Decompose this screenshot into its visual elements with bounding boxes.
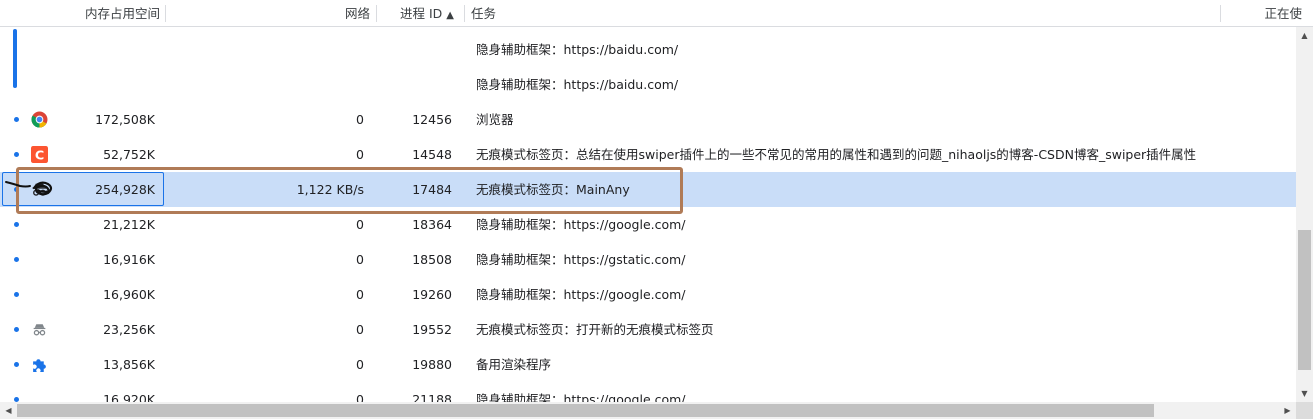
pid-value: 19552: [412, 322, 452, 337]
task-name: 隐身辅助框架：https://baidu.com/: [476, 42, 679, 57]
scroll-left-arrow-icon[interactable]: ◀: [0, 402, 17, 419]
task-name: 浏览器: [476, 112, 514, 127]
pid-value: 21188: [412, 392, 452, 402]
process-table: 隐身辅助框架：https://baidu.com/ 隐身辅助框架：https:/…: [0, 27, 1296, 402]
vertical-scroll-thumb[interactable]: [1298, 230, 1311, 370]
column-header-memory[interactable]: 内存占用空间: [60, 0, 160, 26]
network-value: 0: [356, 287, 364, 302]
status-dot: [14, 292, 19, 297]
incognito-icon: [33, 324, 46, 336]
pid-value: 12456: [412, 112, 452, 127]
network-value: 0: [356, 322, 364, 337]
task-name: 备用渲染程序: [476, 357, 552, 372]
horizontal-scroll-thumb[interactable]: [17, 404, 1154, 417]
svg-text:C: C: [35, 148, 44, 163]
pid-value: 19880: [412, 357, 452, 372]
column-divider[interactable]: [165, 5, 166, 22]
annotation-highlight-box: [16, 167, 683, 214]
csdn-c-icon: C: [31, 146, 48, 163]
task-name: 无痕模式标签页：打开新的无痕模式标签页: [476, 322, 714, 337]
scribble-annotation: [5, 181, 53, 196]
memory-value: 16,960K: [103, 287, 155, 302]
task-manager-window: 内存占用空间 网络 进程 ID ▲ 任务 正在使 隐身辅助框架：https://b…: [0, 0, 1313, 419]
task-name: 隐身辅助框架：https://gstatic.com/: [476, 252, 686, 267]
memory-value: 23,256K: [103, 322, 155, 337]
pid-value: 18508: [412, 252, 452, 267]
scroll-up-arrow-icon[interactable]: ▲: [1296, 27, 1313, 44]
table-row[interactable]: 隐身辅助框架：https://baidu.com/: [0, 32, 1296, 67]
column-divider[interactable]: [464, 5, 465, 22]
status-dot: [14, 362, 19, 367]
network-value: 0: [356, 357, 364, 372]
table-row[interactable]: 16,916K 0 18508 隐身辅助框架：https://gstatic.c…: [0, 242, 1296, 277]
task-name: 隐身辅助框架：https://baidu.com/: [476, 77, 679, 92]
task-name: 隐身辅助框架：https://google.com/: [476, 287, 686, 302]
column-divider[interactable]: [376, 5, 377, 22]
table-row[interactable]: 隐身辅助框架：https://baidu.com/: [0, 67, 1296, 102]
memory-value: 16,920K: [103, 392, 155, 402]
status-dot: [14, 327, 19, 332]
table-row[interactable]: 23,256K 0 19552 无痕模式标签页：打开新的无痕模式标签页: [0, 312, 1296, 347]
table-row[interactable]: 13,856K 0 19880 备用渲染程序: [0, 347, 1296, 382]
memory-value: 172,508K: [95, 112, 155, 127]
table-header: 内存占用空间 网络 进程 ID ▲ 任务 正在使: [0, 0, 1313, 27]
memory-value: 13,856K: [103, 357, 155, 372]
network-value: 0: [356, 112, 364, 127]
chrome-icon: [31, 111, 48, 128]
network-value: 0: [356, 392, 364, 402]
scroll-right-arrow-icon[interactable]: ▶: [1279, 402, 1296, 419]
scroll-down-arrow-icon[interactable]: ▼: [1296, 385, 1313, 402]
status-dot: [14, 257, 19, 262]
pid-value: 19260: [412, 287, 452, 302]
column-header-task[interactable]: 任务: [471, 0, 771, 26]
status-dot: [14, 152, 19, 157]
status-dot: [14, 222, 19, 227]
column-header-pid[interactable]: 进程 ID ▲: [378, 0, 454, 26]
sort-ascending-icon: ▲: [446, 10, 454, 21]
column-header-active[interactable]: 正在使: [1232, 0, 1302, 26]
column-header-network[interactable]: 网络: [260, 0, 370, 26]
table-row[interactable]: 172,508K 0 12456 浏览器: [0, 102, 1296, 137]
memory-value: 16,916K: [103, 252, 155, 267]
table-row[interactable]: 16,920K 0 21188 隐身辅助框架：https://google.co…: [0, 382, 1296, 402]
network-value: 0: [356, 252, 364, 267]
status-dot: [14, 117, 19, 122]
table-row[interactable]: 16,960K 0 19260 隐身辅助框架：https://google.co…: [0, 277, 1296, 312]
scrollbar-corner: [1296, 402, 1313, 419]
column-divider[interactable]: [1220, 5, 1221, 22]
puzzle-piece-icon: [33, 359, 46, 372]
task-name: 隐身辅助框架：https://google.com/: [476, 392, 686, 402]
